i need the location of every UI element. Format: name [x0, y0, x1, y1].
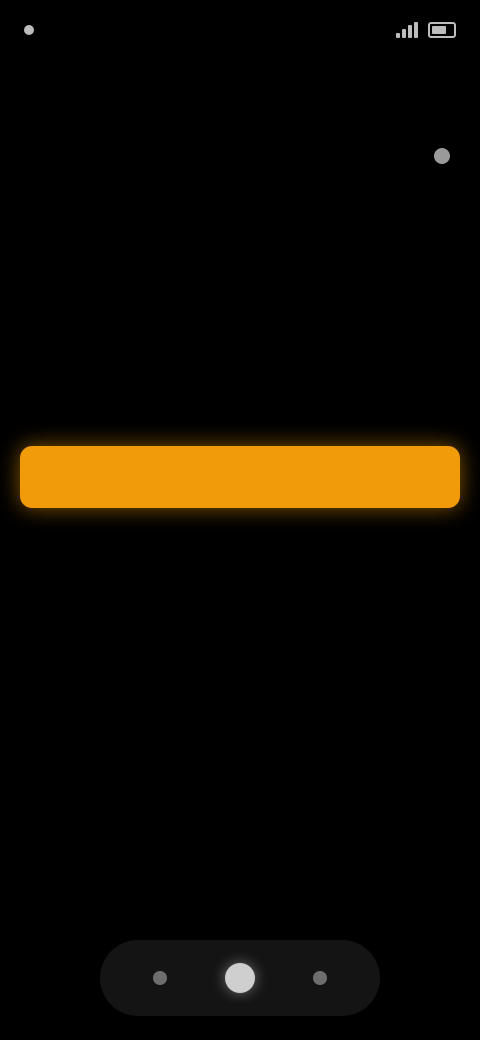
tab-2[interactable]: [158, 224, 178, 240]
tab-1[interactable]: [14, 224, 34, 240]
more-icon: [434, 148, 450, 164]
battery-icon: [428, 22, 456, 38]
play-icon: [225, 963, 255, 993]
tab-4[interactable]: [446, 224, 466, 240]
status-left: [24, 25, 44, 35]
primary-action-button[interactable]: [20, 446, 460, 508]
bottom-nav: [100, 940, 380, 1016]
nav-home[interactable]: [138, 956, 182, 1000]
tab-3[interactable]: [302, 224, 322, 240]
nav-profile[interactable]: [298, 956, 342, 1000]
video-title-row: [22, 130, 458, 182]
status-bar: [0, 0, 480, 60]
signal-icon: [396, 22, 418, 38]
nav-play[interactable]: [218, 956, 262, 1000]
status-right: [396, 22, 456, 38]
dot-icon: [24, 25, 34, 35]
profile-icon: [313, 971, 327, 985]
home-icon: [153, 971, 167, 985]
more-button[interactable]: [426, 140, 458, 172]
tab-bar: [0, 210, 480, 254]
